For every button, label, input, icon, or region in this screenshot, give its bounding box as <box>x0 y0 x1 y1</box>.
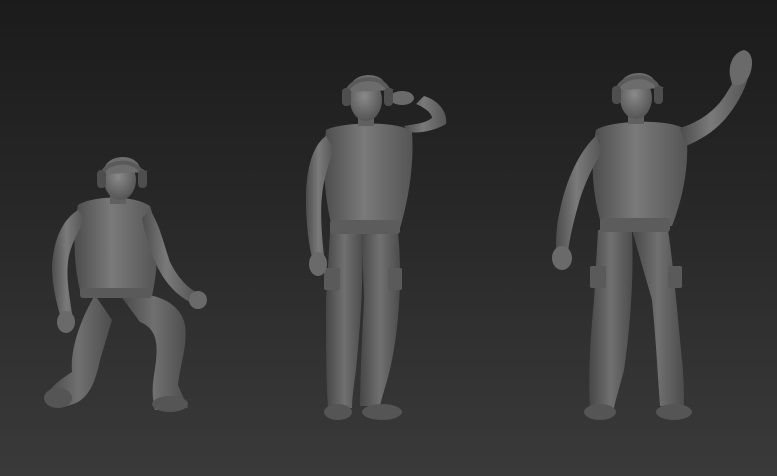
figure-kneeling <box>44 156 207 412</box>
scene-render <box>44 50 752 420</box>
figure-saluting <box>306 74 447 420</box>
figure-waving <box>552 50 752 420</box>
3d-viewport <box>0 0 777 476</box>
